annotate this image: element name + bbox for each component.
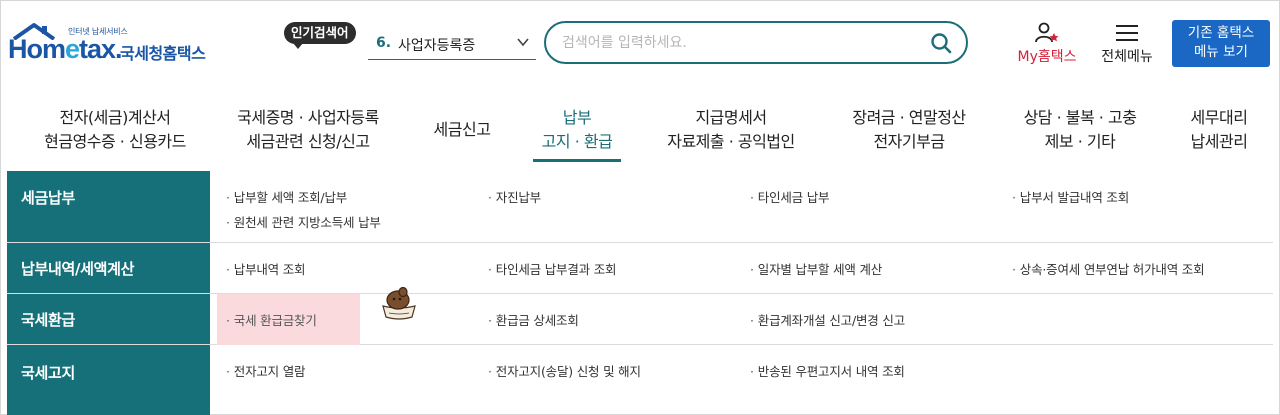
old-menu-label-1: 기존 홈택스 <box>1187 25 1255 41</box>
nav-consultation-appeal[interactable]: 상담 · 불복 · 고충 제보 · 기타 <box>1014 106 1146 154</box>
logo-brand: Hometax. <box>8 34 123 64</box>
popular-search-dropdown[interactable]: 6. 사업자등록증 <box>368 26 536 60</box>
hamburger-menu-icon <box>1116 25 1138 41</box>
link-refund-detail[interactable]: 환급금 상세조회 <box>488 310 579 329</box>
chevron-down-icon <box>517 38 529 47</box>
link-e-notice-view[interactable]: 전자고지 열람 <box>226 361 306 380</box>
submenu-row-notice: 국세고지 전자고지 열람 전자고지(송달) 신청 및 해지 반송된 우편고지서 … <box>7 345 1273 415</box>
nav-label: 국세증명 · 사업자등록 <box>237 108 379 127</box>
main-navigation: 전자(세금)계산서 현금영수증 · 신용카드 국세증명 · 사업자등록 세금관련… <box>0 88 1280 170</box>
submenu-row-tax-payment: 세금납부 납부할 세액 조회/납부 자진납부 타인세금 납부 납부서 발급내역 … <box>7 171 1273 243</box>
submenu-row-refund: 국세환급 국세 환급금찾기 환급금 상세조회 환급계좌개설 신고/변경 신고 <box>7 294 1273 345</box>
old-menu-label-2: 메뉴 보기 <box>1194 44 1248 60</box>
nav-tax-agent[interactable]: 세무대리 납세관리 <box>1184 106 1254 154</box>
nav-label: 전자기부금 <box>873 132 945 151</box>
nav-label: 지급명세서 <box>695 108 767 127</box>
link-payment-history[interactable]: 납부내역 조회 <box>226 259 306 278</box>
submenu-row-payment-history: 납부내역/세액계산 납부내역 조회 타인세금 납부결과 조회 일자별 납부할 세… <box>7 243 1273 294</box>
search-icon[interactable] <box>930 32 952 54</box>
popular-term: 사업자등록증 <box>398 38 476 54</box>
nav-electronic-invoice[interactable]: 전자(세금)계산서 현금영수증 · 신용카드 <box>32 106 198 154</box>
my-hometax-button[interactable]: My홈택스 <box>1012 22 1082 68</box>
link-other-payment-result[interactable]: 타인세금 납부결과 조회 <box>488 259 617 278</box>
category-tax-payment: 세금납부 <box>7 171 210 242</box>
category-refund: 국세환급 <box>7 294 210 344</box>
nav-label: 장려금 · 연말정산 <box>852 108 966 127</box>
nav-label: 세무대리 <box>1190 108 1248 127</box>
popular-search-badge: 인기검색어 <box>284 22 356 49</box>
nav-label: 전자(세금)계산서 <box>59 108 171 127</box>
hometax-logo[interactable]: 인터넷 납세서비스 Hometax. 국세청홈택스 <box>8 18 223 70</box>
nav-payment-statement[interactable]: 지급명세서 자료제출 · 공익법인 <box>658 106 804 154</box>
old-menu-button[interactable]: 기존 홈택스 메뉴 보기 <box>1172 20 1270 67</box>
nav-label: 납부 <box>562 108 592 127</box>
logo-korean-name: 국세청홈택스 <box>120 44 206 63</box>
header: 인터넷 납세서비스 Hometax. 국세청홈택스 인기검색어 6. 사업자등록… <box>0 0 1280 88</box>
all-menu-button[interactable]: 전체메뉴 <box>1094 22 1160 68</box>
search-input[interactable] <box>562 32 922 54</box>
link-daily-tax-calc[interactable]: 일자별 납부할 세액 계산 <box>750 259 883 278</box>
nav-label: 현금영수증 · 신용카드 <box>44 132 186 151</box>
popular-rank: 6. <box>376 35 392 51</box>
all-menu-label: 전체메뉴 <box>1101 49 1153 65</box>
my-hometax-label: My홈택스 <box>1017 49 1077 65</box>
category-notice: 국세고지 <box>7 345 210 415</box>
link-local-income-tax[interactable]: 원천세 관련 지방소득세 납부 <box>226 212 381 231</box>
link-find-refund[interactable]: 국세 환급금찾기 <box>226 310 317 329</box>
nav-certificate-registration[interactable]: 국세증명 · 사업자등록 세금관련 신청/신고 <box>228 106 388 154</box>
link-self-payment[interactable]: 자진납부 <box>488 187 541 206</box>
submenu-panel: 세금납부 납부할 세액 조회/납부 자진납부 타인세금 납부 납부서 발급내역 … <box>7 171 1273 415</box>
nav-label: 상담 · 불복 · 고충 <box>1023 108 1137 127</box>
nav-payment-refund[interactable]: 납부 고지 · 환급 <box>533 106 621 162</box>
nav-label: 자료제출 · 공익법인 <box>667 132 795 151</box>
nav-label: 고지 · 환급 <box>541 132 613 151</box>
nav-label: 제보 · 기타 <box>1044 132 1116 151</box>
link-refund-account[interactable]: 환급계좌개설 신고/변경 신고 <box>750 310 905 329</box>
search-box <box>544 21 968 64</box>
category-payment-history: 납부내역/세액계산 <box>7 243 210 293</box>
link-installment-permit[interactable]: 상속·증여세 연부연납 허가내역 조회 <box>1012 259 1205 278</box>
link-payment-slip-history[interactable]: 납부서 발급내역 조회 <box>1012 187 1129 206</box>
link-payable-tax-lookup[interactable]: 납부할 세액 조회/납부 <box>226 187 347 206</box>
active-tab-indicator <box>533 159 621 162</box>
nav-tax-filing[interactable]: 세금신고 <box>428 118 496 142</box>
nav-label: 세금신고 <box>433 120 491 139</box>
nav-label: 납세관리 <box>1190 132 1248 151</box>
link-returned-mail[interactable]: 반송된 우편고지서 내역 조회 <box>750 361 905 380</box>
nav-incentive-settlement[interactable]: 장려금 · 연말정산 전자기부금 <box>842 106 976 154</box>
link-other-tax-payment[interactable]: 타인세금 납부 <box>750 187 830 206</box>
link-e-notice-apply[interactable]: 전자고지(송달) 신청 및 해지 <box>488 361 641 380</box>
user-star-icon <box>1035 22 1059 43</box>
nav-label: 세금관련 신청/신고 <box>246 132 370 151</box>
coffee-mascot-icon <box>382 286 416 320</box>
